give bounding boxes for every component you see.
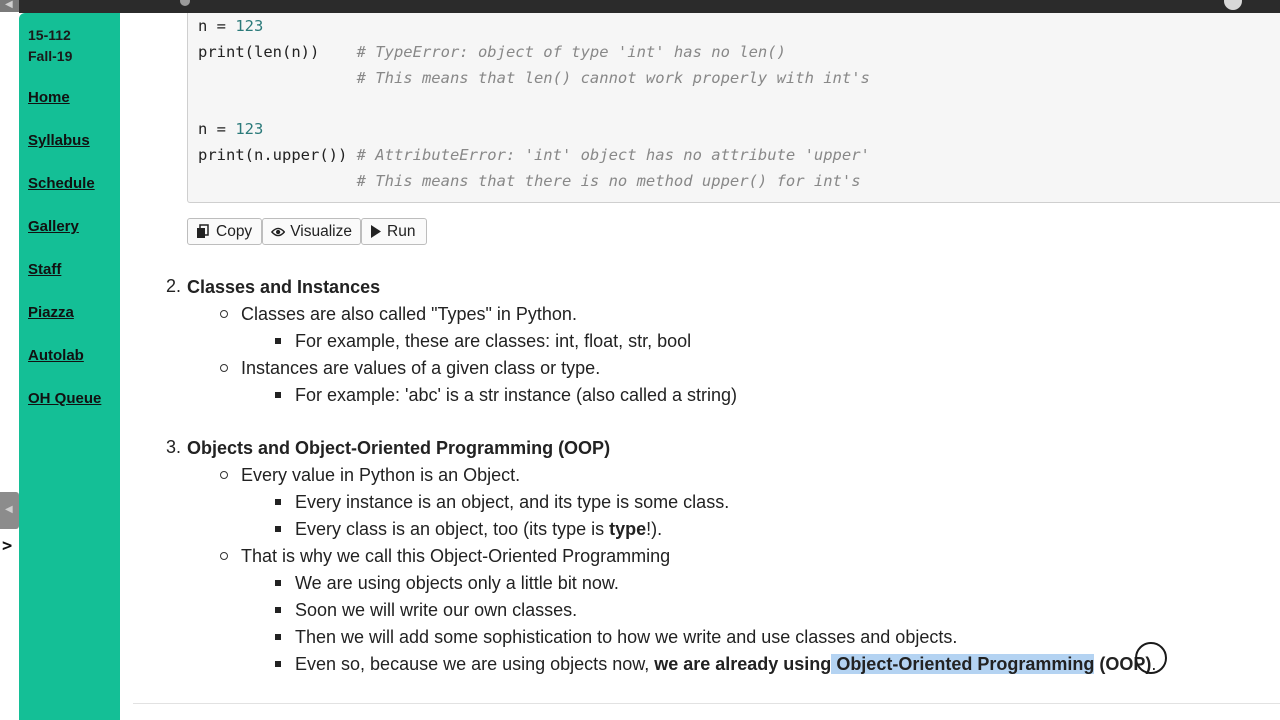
bullet	[220, 471, 228, 479]
bullet	[275, 661, 281, 667]
bullet	[275, 607, 281, 613]
list-item: Every value in Python is an Object.	[241, 465, 521, 485]
section-number: 2.	[166, 276, 182, 296]
nav-syllabus[interactable]: Syllabus	[28, 132, 90, 149]
bullet	[275, 392, 281, 398]
code-line: print(len(n)) # TypeError: object of typ…	[198, 43, 786, 61]
code-line: n = 123	[198, 17, 264, 35]
collapse-tab-top[interactable]: ◀	[0, 0, 19, 12]
bullet	[275, 338, 281, 344]
bullet	[275, 499, 281, 505]
play-icon	[371, 225, 381, 238]
list-item: Every instance is an object, and its typ…	[295, 492, 730, 512]
code-line: # This means that len() cannot work prop…	[356, 69, 870, 87]
prompt-glyph: >	[2, 536, 13, 556]
copy-label: Copy	[216, 222, 253, 240]
visualize-button[interactable]: Visualize	[262, 218, 361, 245]
visualize-label: Visualize	[290, 222, 352, 240]
bullet	[220, 552, 228, 560]
arrow-left-icon: ◀	[5, 0, 13, 10]
divider	[133, 703, 1280, 704]
nav-autolab[interactable]: Autolab	[28, 347, 84, 364]
code-line: # This means that there is no method upp…	[356, 172, 861, 190]
text-selection: Object-Oriented Programming	[831, 654, 1095, 674]
profile-avatar[interactable]	[1224, 0, 1242, 10]
copy-button[interactable]: Copy	[187, 218, 262, 245]
list-item: Instances are values of a given class or…	[241, 358, 601, 378]
list-item: Classes are also called "Types" in Pytho…	[241, 304, 577, 324]
bullet	[275, 580, 281, 586]
code-block[interactable]: n = 123 print(len(n)) # TypeError: objec…	[187, 13, 1280, 203]
list-item: Even so, because we are using objects no…	[295, 654, 1157, 674]
browser-toolbar	[0, 0, 1280, 13]
arrow-left-icon: ◀	[5, 504, 13, 515]
nav-schedule[interactable]: Schedule	[28, 175, 95, 192]
list-item: We are using objects only a little bit n…	[295, 573, 619, 593]
bullet	[275, 634, 281, 640]
semester: Fall-19	[28, 48, 73, 64]
course-id: 15-112 Fall-19	[28, 25, 72, 67]
course-number: 15-112	[28, 27, 71, 43]
code-line: n = 123	[198, 120, 264, 138]
code-line: print(n.upper()) # AttributeError: 'int'…	[198, 146, 870, 164]
bullet	[220, 364, 228, 372]
eye-icon	[271, 227, 286, 236]
section-number: 3.	[166, 437, 182, 457]
nav-home[interactable]: Home	[28, 89, 70, 106]
copy-icon	[197, 224, 209, 238]
run-button[interactable]: Run	[361, 218, 427, 245]
list-item: For example: 'abc' is a str instance (al…	[295, 385, 738, 405]
nav-piazza[interactable]: Piazza	[28, 304, 74, 321]
list-item: Every class is an object, too (its type …	[295, 519, 663, 539]
list-item: Then we will add some sophistication to …	[295, 627, 958, 647]
bullet	[220, 310, 228, 318]
collapse-tab[interactable]: ◀	[0, 492, 19, 529]
nav-staff[interactable]: Staff	[28, 261, 61, 278]
bullet	[275, 526, 281, 532]
section-title: Classes and Instances	[187, 277, 381, 297]
left-edge: ◀ ◀ >	[0, 0, 19, 720]
cursor-highlight	[1135, 642, 1167, 674]
list-item: For example, these are classes: int, flo…	[295, 331, 692, 351]
section-title: Objects and Object-Oriented Programming …	[187, 438, 611, 458]
nav-gallery[interactable]: Gallery	[28, 218, 79, 235]
list-item: That is why we call this Object-Oriented…	[241, 546, 671, 566]
nav-oh-queue[interactable]: OH Queue	[28, 390, 101, 407]
toolbar-icon[interactable]	[180, 0, 190, 6]
list-item: Soon we will write our own classes.	[295, 600, 578, 620]
run-label: Run	[387, 222, 416, 240]
sidebar: 15-112 Fall-19 Home Syllabus Schedule Ga…	[19, 13, 120, 720]
